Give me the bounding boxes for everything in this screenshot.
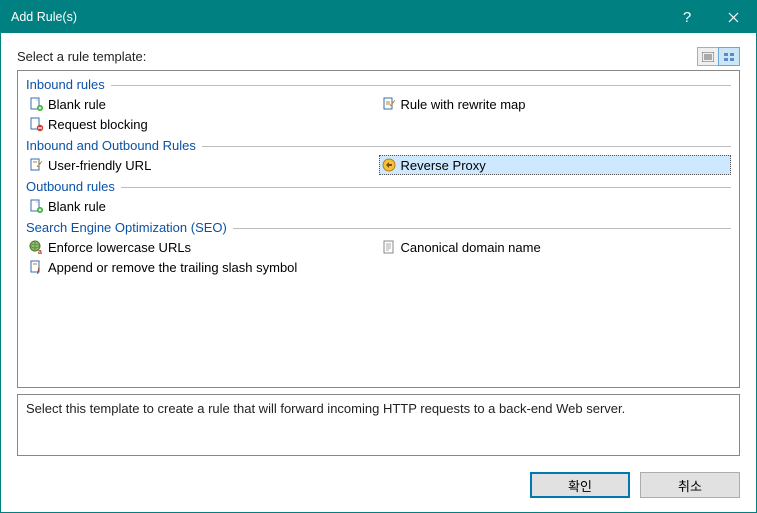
group-divider: [121, 187, 731, 188]
description-box: Select this template to create a rule th…: [17, 394, 740, 456]
item-request-blocking[interactable]: Request blocking: [26, 114, 379, 134]
group-seo: Search Engine Optimization (SEO): [26, 220, 731, 235]
document-slash-icon: /: [28, 259, 44, 275]
group-label-seo: Search Engine Optimization (SEO): [26, 220, 233, 235]
dialog-window: Add Rule(s) ? Select a rule template: In…: [0, 0, 757, 513]
item-label: Blank rule: [48, 97, 106, 112]
svg-text:/: /: [37, 266, 40, 275]
item-blank-rule-outbound[interactable]: Blank rule: [26, 196, 379, 216]
document-block-icon: [28, 116, 44, 132]
view-tiles-button[interactable]: [718, 47, 740, 66]
item-label: Enforce lowercase URLs: [48, 240, 191, 255]
button-row: 확인 취소: [17, 472, 740, 498]
item-label: Rule with rewrite map: [401, 97, 526, 112]
tiles-icon: [723, 52, 735, 62]
header-row: Select a rule template:: [17, 47, 740, 66]
item-reverse-proxy[interactable]: Reverse Proxy: [379, 155, 732, 175]
cancel-button[interactable]: 취소: [640, 472, 740, 498]
group-inout: Inbound and Outbound Rules: [26, 138, 731, 153]
items-seo: a Enforce lowercase URLs Canonical domai…: [26, 237, 731, 277]
titlebar: Add Rule(s) ?: [1, 1, 756, 33]
item-label: Canonical domain name: [401, 240, 541, 255]
window-title: Add Rule(s): [11, 10, 664, 24]
group-label-inbound: Inbound rules: [26, 77, 111, 92]
item-rule-with-rewrite-map[interactable]: Rule with rewrite map: [379, 94, 732, 114]
ok-button[interactable]: 확인: [530, 472, 630, 498]
item-canonical-domain-name[interactable]: Canonical domain name: [379, 237, 732, 257]
group-divider: [111, 85, 731, 86]
view-details-button[interactable]: [697, 47, 719, 66]
item-blank-rule-inbound[interactable]: Blank rule: [26, 94, 379, 114]
group-inbound: Inbound rules: [26, 77, 731, 92]
item-enforce-lowercase-urls[interactable]: a Enforce lowercase URLs: [26, 237, 379, 257]
item-label: Request blocking: [48, 117, 148, 132]
items-outbound: Blank rule: [26, 196, 731, 216]
group-divider: [202, 146, 731, 147]
document-user-icon: [28, 157, 44, 173]
details-icon: [702, 52, 714, 62]
svg-text:a: a: [38, 249, 42, 255]
description-text: Select this template to create a rule th…: [26, 401, 625, 416]
item-label: Blank rule: [48, 199, 106, 214]
close-icon: [728, 12, 739, 23]
group-divider: [233, 228, 731, 229]
reverse-proxy-icon: [381, 157, 397, 173]
document-text-icon: [381, 239, 397, 255]
item-append-remove-slash[interactable]: / Append or remove the trailing slash sy…: [26, 257, 731, 277]
close-button[interactable]: [710, 1, 756, 33]
help-button[interactable]: ?: [664, 1, 710, 33]
document-add-icon: [28, 198, 44, 214]
globe-lowercase-icon: a: [28, 239, 44, 255]
view-toggle: [698, 47, 740, 66]
item-user-friendly-url[interactable]: User-friendly URL: [26, 155, 379, 175]
document-add-icon: [28, 96, 44, 112]
group-label-outbound: Outbound rules: [26, 179, 121, 194]
group-label-inout: Inbound and Outbound Rules: [26, 138, 202, 153]
group-outbound: Outbound rules: [26, 179, 731, 194]
item-label: User-friendly URL: [48, 158, 151, 173]
item-label: Append or remove the trailing slash symb…: [48, 260, 297, 275]
items-inout: User-friendly URL Reverse Proxy: [26, 155, 731, 175]
document-edit-icon: [381, 96, 397, 112]
item-label: Reverse Proxy: [401, 158, 486, 173]
header-label: Select a rule template:: [17, 49, 698, 64]
template-list: Inbound rules Blank rule Rule with rewri…: [17, 70, 740, 388]
content-area: Select a rule template: Inbound rules Bl…: [1, 33, 756, 512]
items-inbound: Blank rule Rule with rewrite map Request…: [26, 94, 731, 134]
